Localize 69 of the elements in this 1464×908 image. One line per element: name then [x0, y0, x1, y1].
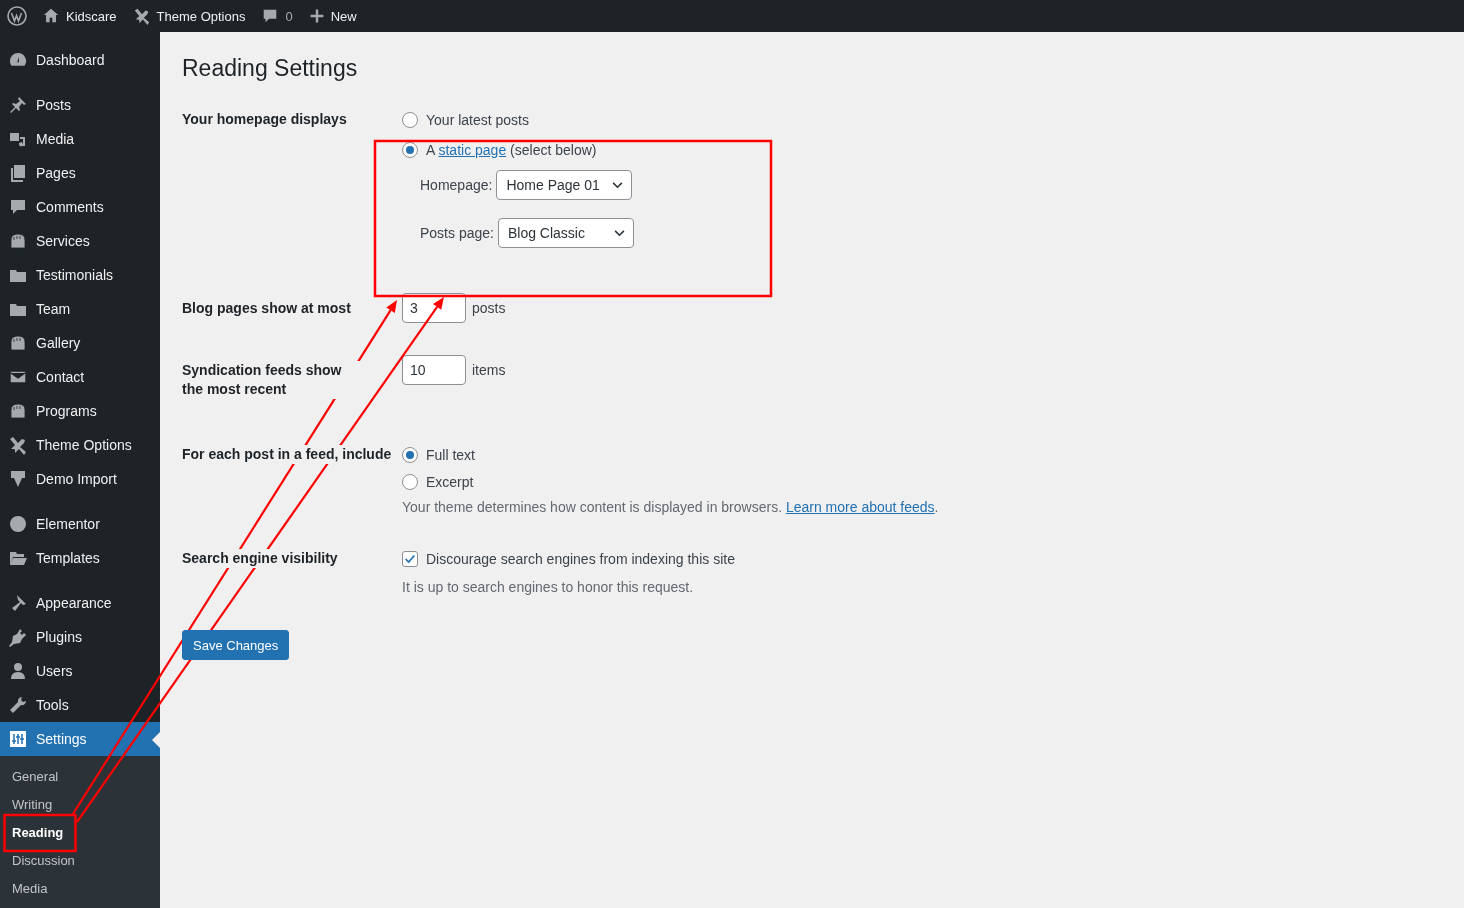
plug-icon — [8, 627, 28, 647]
setting-label: For each post in a feed, include — [182, 445, 392, 464]
radio-button[interactable] — [402, 473, 418, 490]
posts-page-select[interactable]: Blog Classic — [497, 218, 634, 248]
admin-bar-link[interactable]: New — [330, 8, 357, 24]
submenu-item[interactable]: Media — [0, 875, 160, 903]
sidebar-menu-item[interactable]: Appearance — [0, 586, 160, 620]
pages-icon — [8, 163, 28, 183]
checkbox[interactable] — [402, 550, 418, 567]
sidebar-menu-item[interactable]: Contact — [0, 360, 160, 394]
admin-bar-link[interactable]: 0 — [285, 8, 293, 24]
chevron-down-icon — [612, 181, 624, 189]
select-label: Homepage: — [420, 177, 493, 193]
sidebar-menu-item[interactable]: Plugins — [0, 620, 160, 654]
elementor-icon — [8, 514, 28, 534]
sidebar-menu-item[interactable]: Templates — [0, 541, 160, 575]
radio-label: A static page (select below) — [426, 141, 597, 158]
radio-button[interactable] — [402, 446, 418, 463]
admin-bar-link[interactable]: Kidscare — [66, 8, 117, 24]
radio-button[interactable] — [402, 111, 418, 128]
sidebar-menu-item[interactable]: Gallery — [0, 326, 160, 360]
sidebar-menu-item[interactable]: Comments — [0, 190, 160, 224]
sidebar-menu-item[interactable]: Testimonials — [0, 258, 160, 292]
radio-label: Full text — [426, 446, 475, 463]
plus-icon — [308, 8, 325, 24]
select-label: Posts page: — [420, 225, 494, 241]
save-changes-button[interactable]: Save Changes — [182, 630, 290, 660]
sidebar-menu-item[interactable]: Theme Options — [0, 428, 160, 462]
unit-label: items — [472, 362, 506, 378]
page-title: Reading Settings — [182, 54, 359, 83]
wordpress-logo-icon[interactable] — [7, 6, 27, 26]
submenu-item[interactable]: Discussion — [0, 847, 160, 875]
learn-more-link[interactable]: Learn more about feeds — [785, 499, 935, 515]
setting-label: Syndication feeds show the most recent — [182, 361, 362, 399]
description-text: Your theme determines how content is displayed in browsers. Learn more about feeds. — [402, 499, 939, 515]
sidebar-menu-item[interactable]: Users — [0, 654, 160, 688]
sidebar-menu-item[interactable]: Pages — [0, 156, 160, 190]
setting-label: Your homepage displays — [182, 110, 347, 129]
radio-label: Excerpt — [426, 473, 474, 490]
admin-bar-link[interactable]: Theme Options — [156, 8, 246, 24]
sidebar-menu-item[interactable]: Dashboard — [0, 43, 160, 77]
description-text: It is up to search engines to honor this request. — [402, 579, 695, 595]
setting-label: Search engine visibility — [182, 549, 338, 568]
checkbox-label: Discourage search engines from indexing this site — [426, 550, 735, 567]
submenu-item[interactable]: Reading — [0, 819, 160, 847]
chevron-down-icon — [613, 229, 625, 237]
wrench-icon — [8, 695, 28, 715]
sidebar-menu-item[interactable]: Posts — [0, 88, 160, 122]
homepage-select[interactable]: Home Page 01 — [496, 170, 633, 200]
unit-label: posts — [472, 300, 506, 316]
radio-label: Your latest posts — [426, 111, 529, 128]
submenu-item[interactable]: Writing — [0, 791, 160, 819]
sidebar-menu-item[interactable]: Demo Import — [0, 462, 160, 496]
pin-icon — [8, 95, 28, 115]
user-icon — [8, 661, 28, 681]
sidebar-menu-item[interactable]: Services — [0, 224, 160, 258]
sidebar-menu-item[interactable]: Programs — [0, 394, 160, 428]
sidebar-menu-item[interactable]: Media — [0, 122, 160, 156]
static-page-link[interactable]: static page — [438, 141, 507, 158]
sidebar-menu-item[interactable]: Tools — [0, 688, 160, 722]
number-input-field[interactable]: 10 — [402, 355, 466, 385]
sidebar-menu-item[interactable]: Team — [0, 292, 160, 326]
submenu-item[interactable]: General — [0, 763, 160, 791]
sidebar-menu-item[interactable]: Elementor — [0, 507, 160, 541]
sidebar-menu-item[interactable]: Settings — [0, 722, 160, 756]
sliders-icon — [8, 729, 28, 749]
setting-label: Blog pages show at most — [182, 299, 351, 318]
home-icon — [42, 7, 60, 25]
comment-icon — [8, 197, 28, 217]
